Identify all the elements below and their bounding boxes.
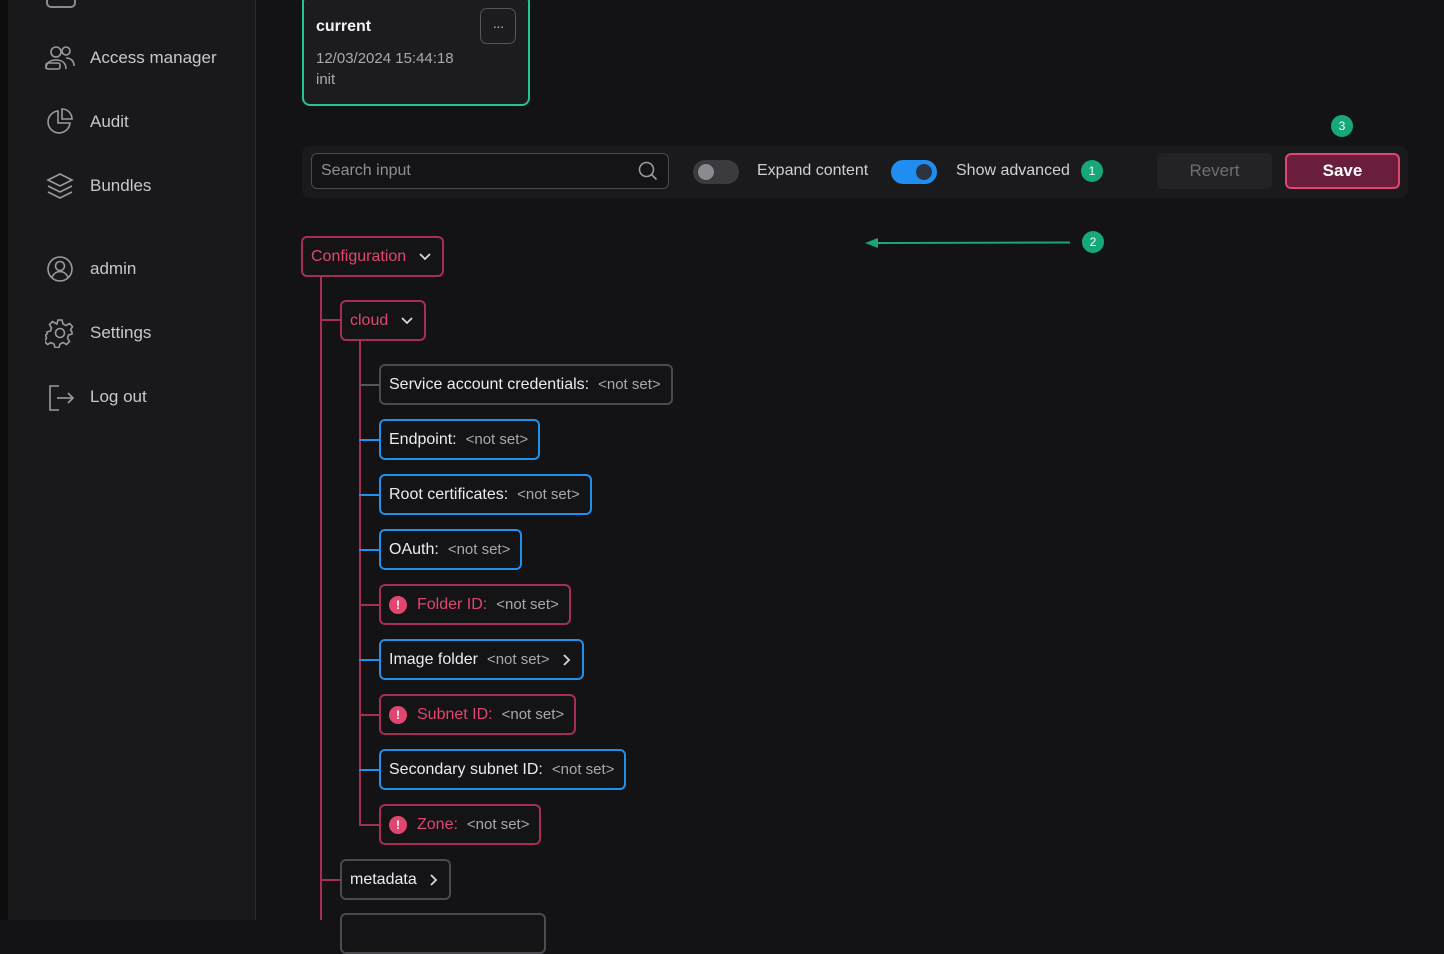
show-advanced-label: Show advanced — [956, 162, 1070, 179]
error-icon: ! — [389, 705, 407, 724]
tree-node-partial[interactable] — [340, 913, 546, 954]
expand-content-toggle[interactable] — [693, 160, 739, 184]
tree-connector — [320, 276, 322, 920]
sidebar-item-label: Log out — [90, 387, 147, 406]
tree-connector — [359, 439, 381, 441]
revert-button[interactable]: Revert — [1157, 153, 1272, 189]
toggle-knob — [698, 164, 714, 180]
sidebar-item-audit[interactable]: Audit — [44, 102, 129, 142]
version-description: init — [316, 71, 336, 88]
field-endpoint[interactable]: Endpoint: <not set> — [379, 419, 541, 460]
chevron-down-icon — [400, 316, 414, 326]
field-label: Zone: — [417, 815, 458, 833]
chevron-right-icon — [562, 653, 572, 667]
field-value: <not set> — [551, 761, 615, 778]
field-service-account-credentials[interactable]: Service account credentials: <not set> — [379, 364, 673, 405]
field-value: <not set> — [466, 816, 530, 833]
field-folder-id[interactable]: ! Folder ID: <not set> — [379, 584, 571, 625]
annotation-arrow — [865, 238, 1071, 248]
sidebar-item-access-manager[interactable]: Access manager — [44, 38, 217, 78]
tree-connector — [359, 494, 381, 496]
chevron-down-icon — [418, 252, 432, 262]
node-label: cloud — [350, 311, 389, 329]
sidebar-item-logout[interactable]: Log out — [44, 377, 147, 417]
toolbar: Expand content Show advanced 1 Revert Sa… — [302, 146, 1408, 198]
field-label: Endpoint: — [389, 430, 457, 448]
field-label: Subnet ID: — [417, 705, 493, 723]
sidebar-item-admin[interactable]: admin — [44, 249, 136, 289]
sidebar-item-label: Access manager — [90, 48, 217, 67]
step-badge-1: 1 — [1081, 160, 1103, 182]
sidebar-item-bundles[interactable]: Bundles — [44, 166, 151, 206]
sidebar-item-label: Settings — [90, 323, 152, 342]
sidebar-item-label: admin — [90, 259, 137, 278]
sidebar: Access manager Audit Bundles admin Setti… — [0, 0, 256, 920]
field-root-certificates[interactable]: Root certificates: <not set> — [379, 474, 592, 515]
chevron-right-icon — [429, 873, 439, 887]
field-label: Folder ID: — [417, 595, 488, 613]
sidebar-item-label: Audit — [90, 112, 129, 131]
tree-node-cloud[interactable]: cloud — [340, 300, 427, 341]
tree-connector — [359, 714, 381, 716]
node-label: metadata — [350, 870, 417, 888]
version-date: 12/03/2024 15:44:18 — [316, 50, 454, 67]
field-label: Secondary subnet ID: — [389, 760, 543, 778]
field-image-folder[interactable]: Image folder <not set> — [379, 639, 584, 680]
tree-connector — [359, 340, 361, 826]
field-secondary-subnet-id[interactable]: Secondary subnet ID: <not set> — [379, 749, 627, 790]
field-oauth[interactable]: OAuth: <not set> — [379, 529, 523, 570]
gear-icon — [44, 317, 76, 349]
field-value: <not set> — [496, 596, 559, 613]
field-label: Image folder — [389, 650, 478, 668]
field-value: <not set> — [501, 706, 565, 723]
field-value: <not set> — [598, 376, 661, 393]
field-zone[interactable]: ! Zone: <not set> — [379, 804, 542, 845]
tree-node-metadata[interactable]: metadata — [340, 859, 451, 900]
tree-connector — [359, 549, 381, 551]
more-options-button[interactable]: ··· — [480, 8, 516, 44]
error-icon: ! — [389, 815, 407, 834]
step-badge-3: 3 — [1331, 115, 1353, 137]
partial-icon — [46, 0, 76, 8]
pie-chart-icon — [44, 106, 76, 138]
tree-connector — [359, 769, 381, 771]
error-icon: ! — [389, 595, 407, 614]
field-subnet-id[interactable]: ! Subnet ID: <not set> — [379, 694, 577, 735]
layers-icon — [44, 170, 76, 202]
user-circle-icon — [44, 253, 76, 285]
tree-connector — [359, 604, 381, 606]
field-value: <not set> — [486, 651, 550, 668]
save-button[interactable]: Save — [1285, 153, 1400, 189]
search-box[interactable] — [311, 153, 669, 189]
field-value: <not set> — [465, 431, 529, 448]
field-label: Root certificates: — [389, 485, 509, 503]
search-input[interactable] — [312, 154, 622, 187]
sidebar-item-label: Bundles — [90, 176, 152, 195]
field-label: OAuth: — [389, 540, 439, 558]
show-advanced-toggle[interactable] — [891, 160, 937, 184]
tree-node-configuration[interactable]: Configuration — [301, 236, 445, 277]
expand-content-label: Expand content — [757, 162, 869, 179]
step-badge-2: 2 — [1082, 231, 1104, 253]
sidebar-item-settings[interactable]: Settings — [44, 313, 151, 353]
tree-connector — [359, 659, 381, 661]
field-value: <not set> — [447, 541, 511, 558]
users-icon — [44, 42, 76, 74]
tree-connector — [359, 824, 381, 826]
tree-connector — [359, 384, 381, 386]
tree-connector — [320, 319, 342, 321]
field-value: <not set> — [517, 486, 580, 503]
logout-icon — [44, 381, 76, 413]
field-label: Service account credentials: — [389, 375, 590, 393]
tree-connector — [320, 879, 342, 881]
toggle-knob — [916, 164, 932, 180]
node-label: Configuration — [311, 247, 407, 265]
search-icon — [638, 161, 658, 186]
version-card[interactable]: current 12/03/2024 15:44:18 init ··· — [302, 0, 530, 106]
